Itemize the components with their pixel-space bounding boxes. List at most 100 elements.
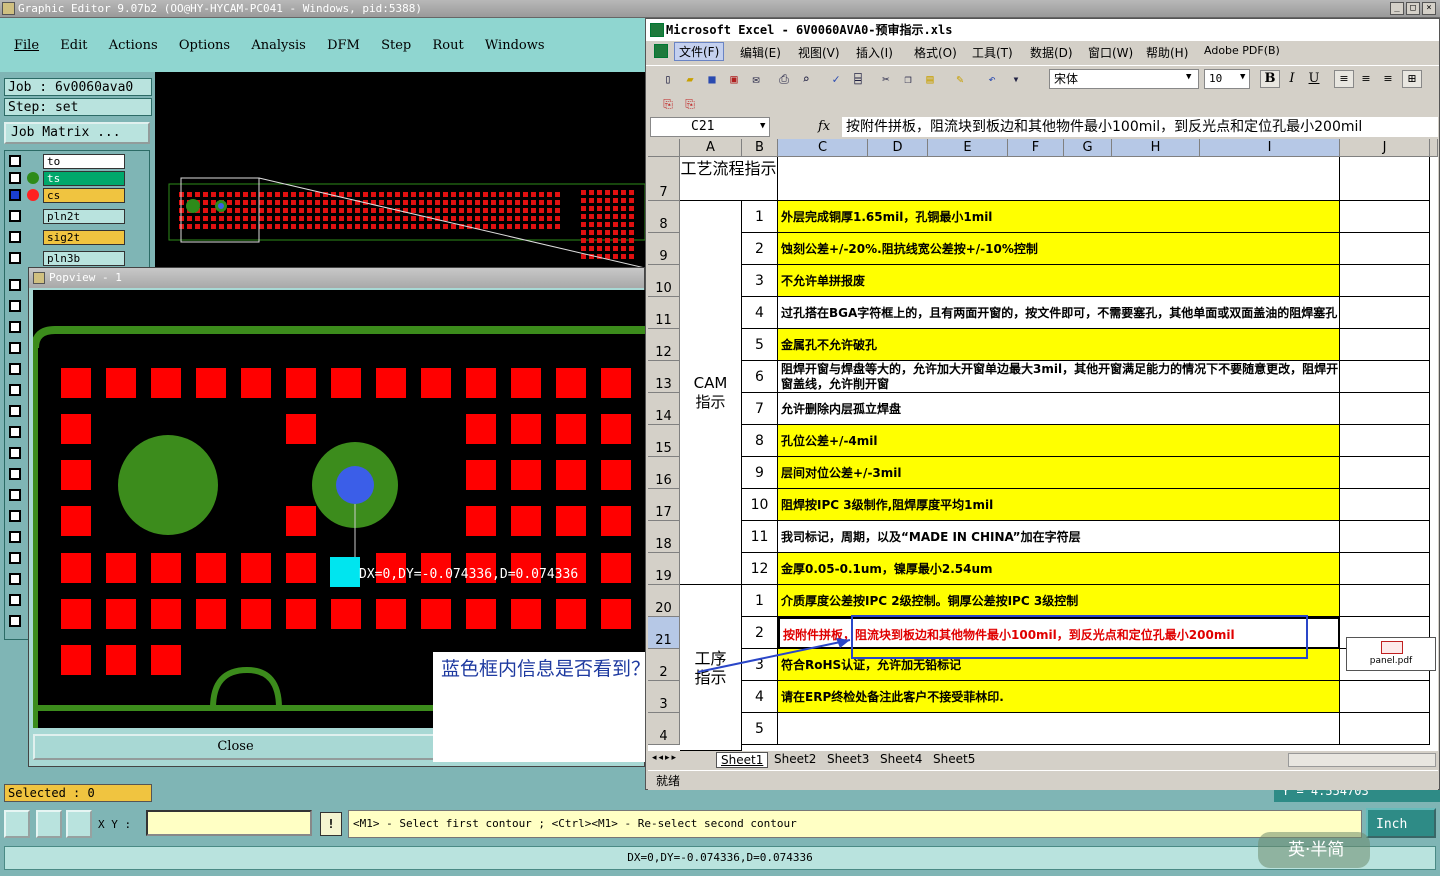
menu-analysis[interactable]: Analysis bbox=[251, 38, 306, 53]
grid-cell[interactable] bbox=[1340, 457, 1430, 489]
instruction-cell[interactable]: 允许删除内层孤立焊盘 bbox=[778, 393, 1340, 425]
layer-checkbox[interactable] bbox=[9, 594, 21, 606]
chevron-down-icon[interactable]: ▼ bbox=[760, 121, 765, 131]
grid-cell[interactable] bbox=[1340, 157, 1430, 201]
column-header[interactable]: F bbox=[1008, 139, 1064, 157]
open-icon[interactable]: ▰ bbox=[682, 71, 698, 87]
layer-checkbox[interactable] bbox=[9, 321, 21, 333]
sheet-tab-5[interactable]: Sheet5 bbox=[929, 752, 979, 766]
menu-view[interactable]: 视图(V) bbox=[798, 44, 840, 61]
column-header[interactable]: E bbox=[928, 139, 1008, 157]
menu-options[interactable]: Options bbox=[179, 38, 230, 53]
row-header[interactable]: 17 bbox=[648, 489, 680, 521]
grid-cell[interactable] bbox=[1340, 361, 1430, 393]
row-header[interactable]: 19 bbox=[648, 553, 680, 585]
item-number-cell[interactable]: 4 bbox=[742, 681, 778, 713]
layer-checkbox[interactable] bbox=[9, 172, 21, 184]
menu-adobe-pdf[interactable]: Adobe PDF(B) bbox=[1204, 44, 1280, 57]
grid-cell[interactable] bbox=[1340, 553, 1430, 585]
format-painter-icon[interactable]: ✎ bbox=[952, 71, 968, 87]
popview-close-button[interactable]: Close bbox=[33, 734, 438, 760]
close-icon[interactable]: × bbox=[1422, 2, 1436, 15]
layer-checkbox[interactable] bbox=[9, 405, 21, 417]
layer-checkbox[interactable] bbox=[9, 447, 21, 459]
row-header[interactable]: 16 bbox=[648, 457, 680, 489]
layer-checkbox[interactable] bbox=[9, 210, 21, 222]
layer-checkbox[interactable] bbox=[9, 510, 21, 522]
menu-edit[interactable]: Edit bbox=[60, 38, 87, 53]
menu-windows[interactable]: Windows bbox=[485, 38, 545, 53]
layer-name[interactable]: to bbox=[43, 154, 125, 169]
item-number-cell[interactable]: 2 bbox=[742, 233, 778, 265]
layer-checkbox[interactable] bbox=[9, 468, 21, 480]
menu-dfm[interactable]: DFM bbox=[327, 38, 360, 53]
grid-cell[interactable] bbox=[1340, 425, 1430, 457]
column-header[interactable]: A bbox=[680, 139, 742, 157]
research-icon[interactable]: ⌸ bbox=[850, 71, 866, 87]
menu-data[interactable]: 数据(D) bbox=[1030, 44, 1073, 61]
column-header[interactable]: J bbox=[1340, 139, 1430, 157]
layer-checkbox[interactable] bbox=[9, 231, 21, 243]
column-header[interactable]: I bbox=[1200, 139, 1340, 157]
xy-coordinate-input[interactable] bbox=[146, 810, 312, 836]
pdf-email-icon[interactable]: ⎘ bbox=[682, 96, 698, 112]
genesis-graphic-canvas[interactable] bbox=[155, 72, 646, 272]
grid-snap-icon[interactable] bbox=[66, 810, 92, 838]
layer-name[interactable]: sig2t bbox=[43, 230, 125, 245]
maximize-icon[interactable]: □ bbox=[1406, 2, 1420, 15]
align-left-icon[interactable]: ≡ bbox=[1334, 70, 1354, 88]
row-header[interactable]: 11 bbox=[648, 297, 680, 329]
instruction-cell[interactable] bbox=[778, 713, 1340, 745]
row-header[interactable]: 20 bbox=[648, 585, 680, 617]
row-header[interactable]: 2 bbox=[648, 649, 680, 681]
menu-insert[interactable]: 插入(I) bbox=[856, 44, 893, 61]
new-icon[interactable]: ▯ bbox=[660, 71, 676, 87]
menu-help[interactable]: 帮助(H) bbox=[1146, 44, 1188, 61]
fx-icon[interactable]: fx bbox=[818, 119, 830, 134]
minimize-icon[interactable]: _ bbox=[1390, 2, 1404, 15]
email-icon[interactable]: ✉ bbox=[748, 71, 764, 87]
layer-checkbox[interactable] bbox=[9, 300, 21, 312]
instruction-cell[interactable]: 我司标记，周期，以及“MADE IN CHINA”加在字符层 bbox=[778, 521, 1340, 553]
layer-row[interactable]: sig2t bbox=[7, 229, 152, 246]
pdf-attachment-icon[interactable]: panel.pdf bbox=[1346, 637, 1436, 671]
pdf-convert-icon[interactable]: ⎘ bbox=[660, 96, 676, 112]
row-header[interactable]: 7 bbox=[648, 157, 680, 201]
menu-edit[interactable]: 编辑(E) bbox=[740, 44, 781, 61]
underline-button[interactable]: U bbox=[1304, 70, 1324, 88]
layer-checkbox[interactable] bbox=[9, 573, 21, 585]
grid-cell[interactable] bbox=[1340, 329, 1430, 361]
paste-icon[interactable]: ▤ bbox=[922, 71, 938, 87]
measure-icon[interactable] bbox=[36, 810, 62, 838]
layer-checkbox[interactable] bbox=[9, 426, 21, 438]
layer-checkbox[interactable] bbox=[9, 155, 21, 167]
layer-checkbox[interactable] bbox=[9, 615, 21, 627]
item-number-cell[interactable]: 7 bbox=[742, 393, 778, 425]
layer-checkbox[interactable] bbox=[9, 363, 21, 375]
copy-icon[interactable]: ❐ bbox=[900, 71, 916, 87]
merge-center-icon[interactable]: ⊞ bbox=[1402, 70, 1422, 88]
column-header[interactable]: C bbox=[778, 139, 868, 157]
layer-row[interactable]: pln3b bbox=[7, 250, 152, 267]
item-number-cell[interactable]: 6 bbox=[742, 361, 778, 393]
grid-cell[interactable] bbox=[778, 157, 1340, 201]
chevron-down-icon[interactable]: ▾ bbox=[1008, 71, 1024, 87]
layer-checkbox[interactable] bbox=[9, 531, 21, 543]
column-header[interactable]: D bbox=[868, 139, 928, 157]
units-selector[interactable]: Inch bbox=[1366, 808, 1436, 838]
instruction-cell[interactable]: 阻焊开窗与焊盘等大的，允许加大开窗单边最大3mil，其他开窗满足能力的情况下不要… bbox=[778, 361, 1340, 393]
align-right-icon[interactable]: ≡ bbox=[1378, 70, 1398, 88]
item-number-cell[interactable]: 11 bbox=[742, 521, 778, 553]
workbook-icon[interactable] bbox=[654, 44, 668, 58]
menu-step[interactable]: Step bbox=[381, 38, 411, 53]
sheet-tab-4[interactable]: Sheet4 bbox=[876, 752, 926, 766]
grid-cell[interactable] bbox=[1340, 297, 1430, 329]
item-number-cell[interactable]: 5 bbox=[742, 713, 778, 745]
menu-format[interactable]: 格式(O) bbox=[914, 44, 957, 61]
column-header[interactable]: H bbox=[1112, 139, 1200, 157]
layer-name[interactable]: pln3b bbox=[43, 251, 125, 266]
process-header-cell[interactable]: 工艺流程指示 bbox=[680, 157, 778, 201]
column-header[interactable]: G bbox=[1064, 139, 1112, 157]
row-header[interactable]: 9 bbox=[648, 233, 680, 265]
row-header[interactable]: 4 bbox=[648, 713, 680, 745]
